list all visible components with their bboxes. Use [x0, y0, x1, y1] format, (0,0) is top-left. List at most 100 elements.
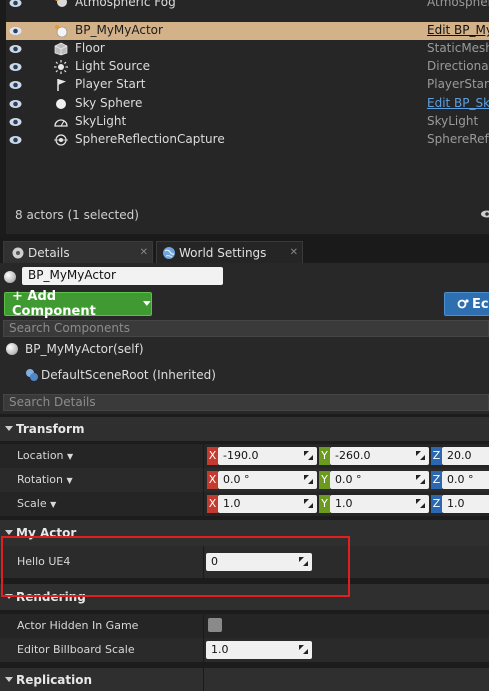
scale-label[interactable]: Scale ▼ [17, 497, 56, 510]
outliner-row-sky-sphere[interactable]: Sky Sphere Edit BP_Sk [6, 95, 489, 113]
details-icon [12, 247, 24, 258]
rotation-z-input[interactable]: 0.0 ° [442, 471, 489, 489]
details-panel: BP_MyMyActor + Add Component Ec Search C… [0, 263, 489, 691]
outliner-row-light-source[interactable]: Light Source DirectionalL [6, 58, 489, 76]
eye-icon[interactable] [9, 43, 22, 55]
reflection-icon [53, 133, 69, 147]
outliner-row-floor[interactable]: Floor StaticMeshA [6, 40, 489, 58]
search-details-input[interactable]: Search Details [3, 394, 489, 411]
outliner-row-type: SphereRefle [427, 132, 489, 146]
rotation-x-value: 0.0 ° [223, 473, 250, 486]
location-y-value: -260.0 [335, 449, 371, 462]
outliner-status-bar: 8 actors (1 selected) [6, 150, 489, 234]
outliner-row-sphere-reflection-capture[interactable]: SphereReflectionCapture SphereRefle [6, 131, 489, 149]
property-scale: Scale ▼ X 1.0 Y 1.0 Z 1.0 [0, 492, 489, 516]
scale-z-input[interactable]: 1.0 [442, 495, 489, 513]
gear-icon [457, 299, 469, 309]
z-axis-label: Z [431, 447, 442, 465]
property-rotation: Rotation ▼ X 0.0 ° Y 0.0 ° Z 0.0 ° [0, 468, 489, 492]
property-location: Location ▼ X -190.0 Y -260.0 Z 20.0 [0, 444, 489, 468]
eye-icon[interactable] [9, 61, 22, 73]
cube-icon [53, 42, 69, 56]
scale-y-input[interactable]: 1.0 [330, 495, 429, 513]
outliner-row-atmospheric-fog[interactable]: Atmospheric Fog Atmospheric [6, 0, 489, 12]
component-label: BP_MyMyActor(self) [25, 342, 144, 356]
billboard-scale-label: Editor Billboard Scale [17, 643, 135, 656]
actor-hidden-checkbox[interactable] [208, 618, 222, 632]
rotation-y-value: 0.0 ° [335, 473, 362, 486]
location-x-input[interactable]: -190.0 [218, 447, 317, 465]
close-icon[interactable]: ✕ [140, 247, 148, 258]
z-axis-label: Z [431, 471, 442, 489]
location-y-input[interactable]: -260.0 [330, 447, 429, 465]
close-icon[interactable]: ✕ [290, 247, 298, 258]
eye-icon[interactable] [9, 79, 22, 91]
search-components-input[interactable]: Search Components [3, 320, 489, 337]
y-axis-label: Y [319, 447, 330, 465]
location-label[interactable]: Location ▼ [17, 449, 73, 462]
column-divider[interactable] [203, 444, 204, 516]
rotation-y-input[interactable]: 0.0 ° [330, 471, 429, 489]
category-title: Transform [16, 422, 85, 436]
outliner-row-label: Player Start [75, 77, 146, 91]
z-axis-label: Z [431, 495, 442, 513]
tab-world-settings[interactable]: World Settings ✕ [156, 241, 303, 263]
eye-icon[interactable] [9, 98, 22, 110]
rotation-x-input[interactable]: 0.0 ° [218, 471, 317, 489]
scale-x-input[interactable]: 1.0 [218, 495, 317, 513]
eye-icon[interactable] [9, 25, 22, 37]
eye-icon[interactable] [9, 116, 22, 128]
scene-root-icon [26, 369, 38, 381]
edit-blueprint-link[interactable]: Edit BP_Sk [427, 96, 489, 110]
spin-arrow-icon [304, 475, 313, 484]
outliner-list[interactable]: Atmospheric Fog Atmospheric BP_MyMyActor… [6, 0, 489, 150]
eye-icon[interactable] [9, 134, 22, 146]
chevron-down-icon: ▼ [66, 476, 73, 485]
spin-arrow-icon [416, 475, 425, 484]
tab-details[interactable]: Details ✕ [3, 241, 153, 263]
scale-y-value: 1.0 [335, 497, 353, 510]
view-options-eye-icon[interactable] [481, 210, 489, 218]
billboard-scale-value: 1.0 [211, 643, 229, 656]
x-axis-label: X [207, 447, 218, 465]
scale-z-value: 1.0 [447, 497, 465, 510]
rotation-label[interactable]: Rotation ▼ [17, 473, 73, 486]
outliner-row-label: SkyLight [75, 114, 127, 128]
actor-hidden-label: Actor Hidden In Game [17, 619, 139, 632]
blueprint-button-label: Ec [472, 296, 489, 312]
actor-name-field[interactable]: BP_MyMyActor [22, 267, 223, 285]
sphere-icon [53, 24, 69, 38]
outliner-row-type: Atmospheric [427, 0, 489, 9]
outliner-row-bp-mymyactor[interactable]: BP_MyMyActor Edit BP_My [6, 22, 489, 40]
add-component-button[interactable]: + Add Component [4, 289, 152, 319]
actor-sphere-icon [4, 271, 16, 283]
outliner-row-label: Floor [75, 41, 105, 55]
actor-count-text: 8 actors (1 selected) [15, 208, 139, 222]
category-transform[interactable]: Transform [0, 417, 489, 441]
collapse-arrow-icon [5, 677, 13, 682]
edit-blueprint-link[interactable]: Edit BP_My [427, 23, 489, 37]
edit-blueprint-button[interactable]: Ec [444, 292, 489, 316]
outliner-row-label: Light Source [75, 59, 150, 73]
billboard-scale-input[interactable]: 1.0 [206, 641, 312, 659]
property-editor-billboard-scale: Editor Billboard Scale 1.0 [0, 638, 489, 662]
outliner-row-player-start[interactable]: Player Start PlayerStart [6, 76, 489, 94]
component-row-default-scene-root[interactable]: DefaultSceneRoot (Inherited) [0, 363, 489, 387]
component-label: DefaultSceneRoot (Inherited) [41, 368, 216, 382]
spin-arrow-icon [304, 499, 313, 508]
location-z-input[interactable]: 20.0 [442, 447, 489, 465]
scale-label-text: Scale [17, 497, 47, 510]
location-label-text: Location [17, 449, 64, 462]
outliner-row-type: DirectionalL [427, 59, 489, 73]
scale-x-value: 1.0 [223, 497, 241, 510]
location-z-value: 20.0 [447, 449, 472, 462]
x-axis-label: X [207, 495, 218, 513]
tab-label: World Settings [179, 245, 267, 260]
eye-icon[interactable] [9, 0, 22, 9]
collapse-arrow-icon [5, 426, 13, 431]
chevron-down-icon: ▼ [50, 500, 57, 509]
outliner-row-skylight[interactable]: SkyLight SkyLight [6, 113, 489, 131]
component-row-self[interactable]: BP_MyMyActor(self) [0, 337, 489, 361]
category-replication[interactable]: Replication [0, 668, 489, 691]
column-divider[interactable] [203, 614, 204, 691]
